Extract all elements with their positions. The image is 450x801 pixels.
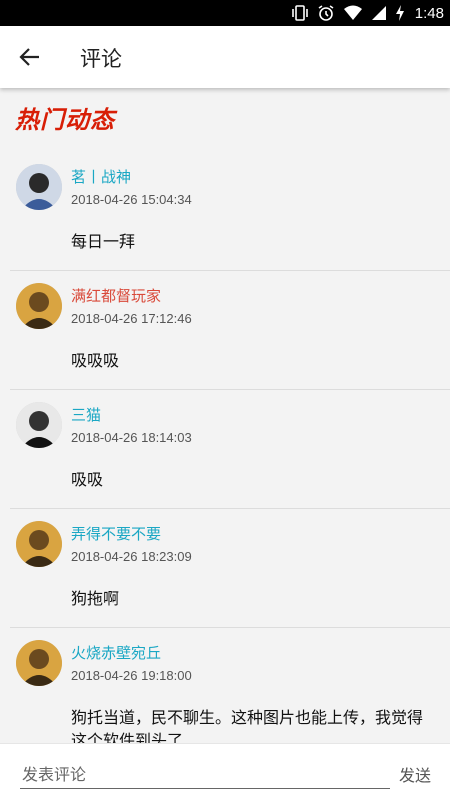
- send-button[interactable]: 发送: [399, 762, 431, 786]
- avatar-icon: [16, 402, 62, 448]
- app-bar: 评论: [0, 26, 450, 88]
- comment-time: 2018-04-26 15:04:34: [71, 192, 192, 207]
- avatar[interactable]: [16, 283, 62, 329]
- comment-item[interactable]: 茗丨战神 2018-04-26 15:04:34 每日一拜: [10, 152, 450, 271]
- avatar-icon: [16, 164, 62, 210]
- comment-input[interactable]: [20, 760, 390, 789]
- back-button[interactable]: [14, 41, 46, 73]
- alarm-icon: [317, 4, 335, 22]
- comment-text: 狗拖啊: [71, 589, 120, 608]
- comment-text: 吸吸吸: [71, 351, 120, 370]
- comment-item[interactable]: 满红都督玩家 2018-04-26 17:12:46 吸吸吸: [10, 271, 450, 390]
- comment-item[interactable]: 火烧赤壁宛丘 2018-04-26 19:18:00 狗托当道，民不聊生。这种图片也…: [10, 628, 450, 750]
- comment-list: 茗丨战神 2018-04-26 15:04:34 每日一拜满红都督玩家 2018-04…: [0, 152, 450, 750]
- avatar-icon: [16, 640, 62, 686]
- comment-time: 2018-04-26 18:23:09: [71, 549, 192, 564]
- avatar[interactable]: [16, 521, 62, 567]
- status-bar: 1:48: [0, 0, 450, 26]
- avatar[interactable]: [16, 640, 62, 686]
- avatar-icon: [16, 283, 62, 329]
- comment-text: 吸吸: [71, 470, 104, 489]
- comment-username[interactable]: 满红都督玩家: [71, 285, 161, 306]
- comment-bar: 发送: [0, 743, 450, 801]
- arrow-left-icon: [19, 48, 39, 66]
- comment-username[interactable]: 火烧赤壁宛丘: [71, 642, 161, 663]
- comment-username[interactable]: 弄得不要不要: [71, 523, 161, 544]
- comment-time: 2018-04-26 17:12:46: [71, 311, 192, 326]
- comment-item[interactable]: 弄得不要不要 2018-04-26 18:23:09 狗拖啊: [10, 509, 450, 628]
- signal-icon: [371, 5, 387, 21]
- avatar[interactable]: [16, 402, 62, 448]
- wifi-icon: [343, 5, 363, 21]
- comment-username[interactable]: 三猫: [71, 404, 101, 425]
- status-time: 1:48: [414, 4, 444, 22]
- comment-time: 2018-04-26 18:14:03: [71, 430, 192, 445]
- vibrate-icon: [291, 5, 309, 21]
- comment-item[interactable]: 三猫 2018-04-26 18:14:03 吸吸: [10, 390, 450, 509]
- avatar[interactable]: [16, 164, 62, 210]
- comment-username[interactable]: 茗丨战神: [71, 166, 131, 187]
- avatar-icon: [16, 521, 62, 567]
- battery-charging-icon: [395, 4, 405, 22]
- comment-text: 每日一拜: [71, 232, 136, 251]
- section-title: 热门动态: [15, 106, 115, 134]
- page-title: 评论: [80, 47, 122, 71]
- comment-time: 2018-04-26 19:18:00: [71, 668, 192, 683]
